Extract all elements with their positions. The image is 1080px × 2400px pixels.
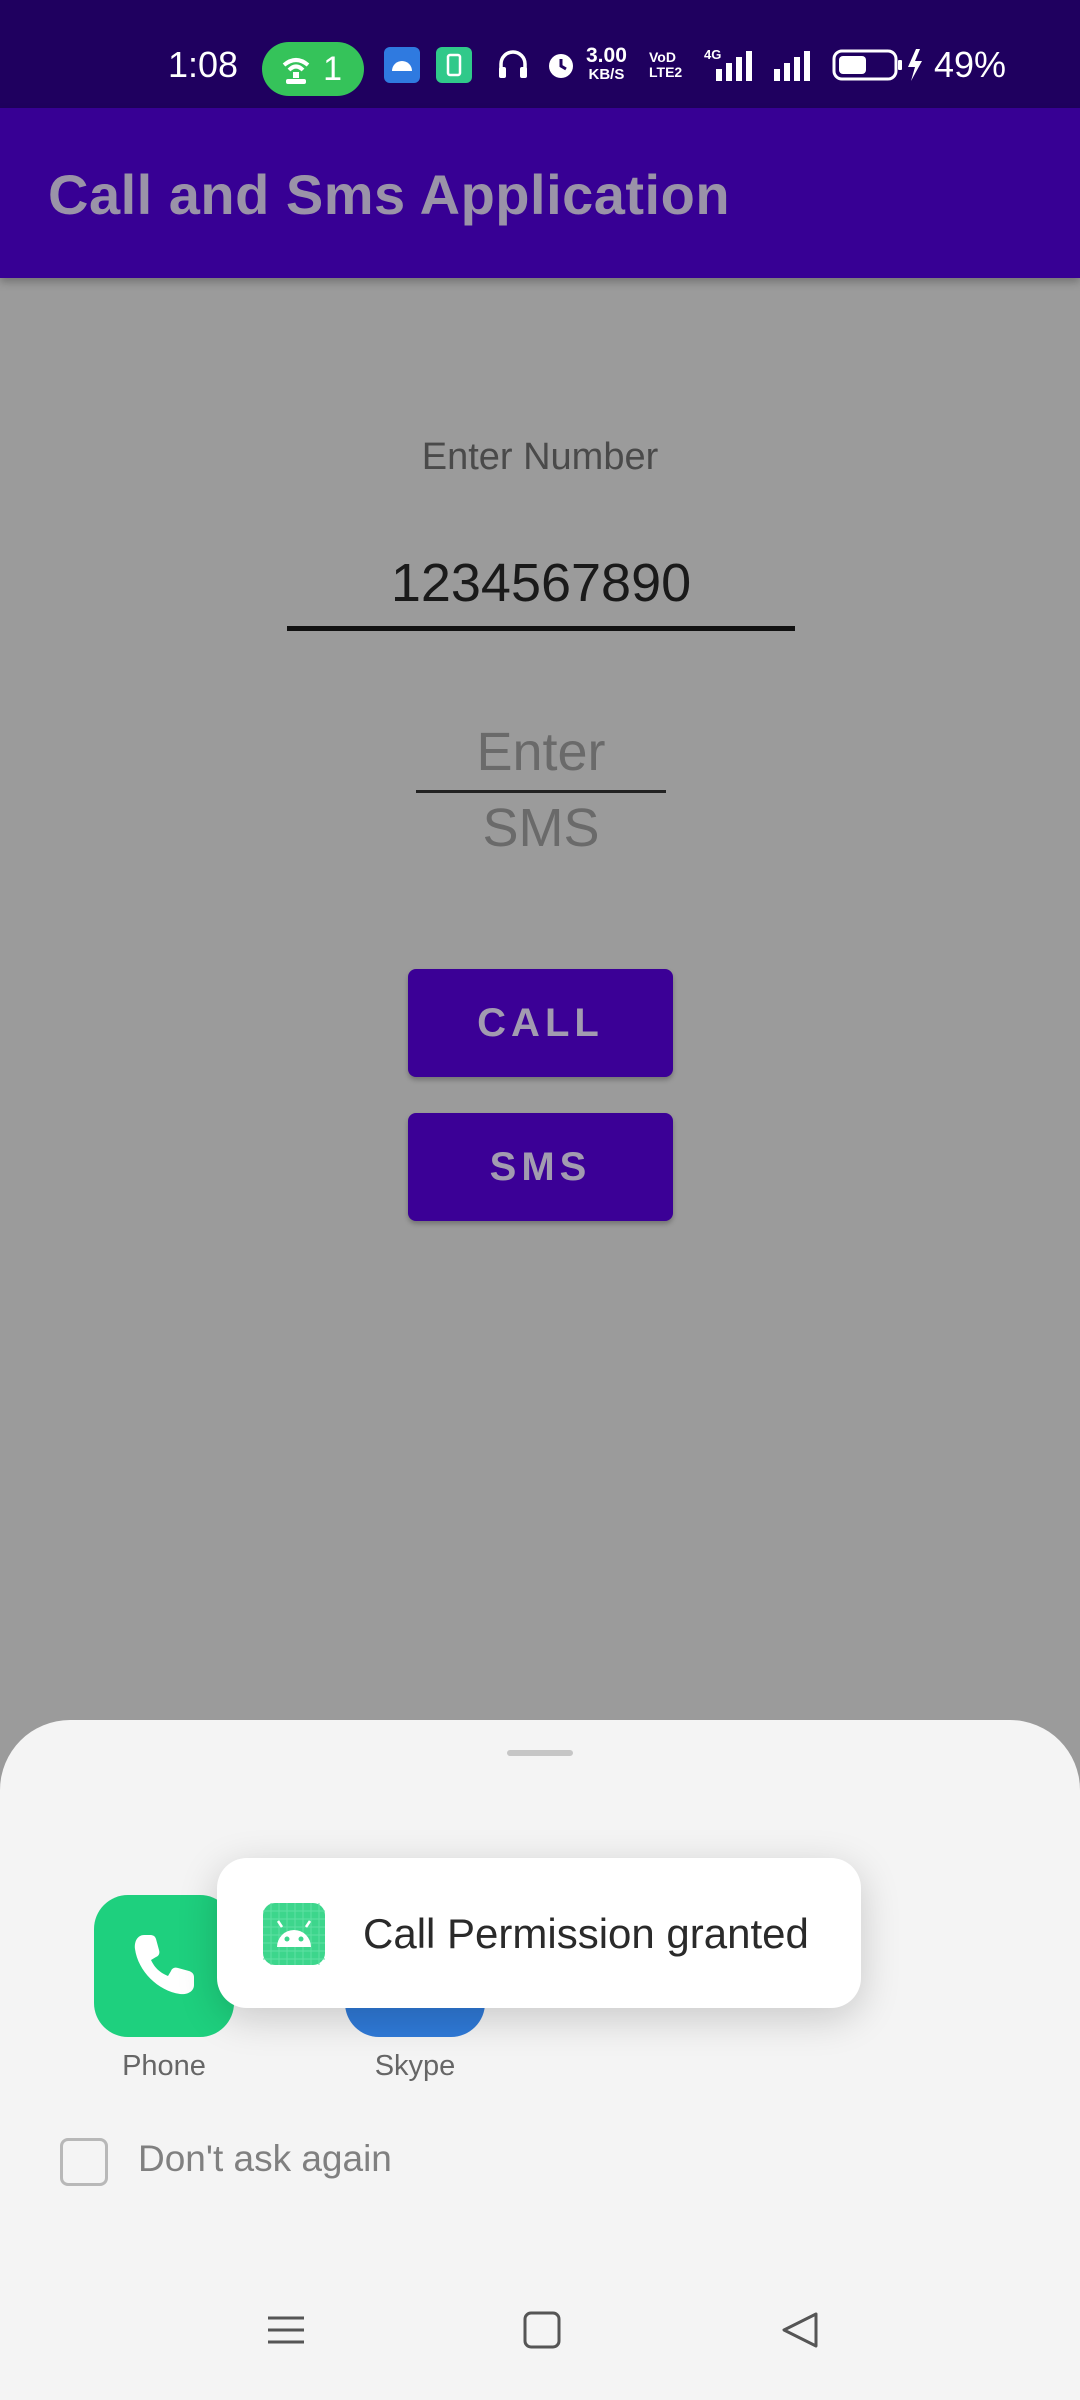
hotspot-count: 1 [323,50,342,88]
net-speed: 3.00 KB/S [586,44,627,84]
phone-icon [134,1935,194,1995]
hotspot-pill: 1 [262,42,364,96]
battery-icon [832,49,922,81]
phone-app-label: Phone [122,2050,206,2082]
dont-ask-again-label: Don't ask again [138,2138,392,2179]
sms-button[interactable]: SMS [408,1113,673,1221]
home-icon[interactable] [522,2310,562,2350]
number-label: Enter Number [421,436,659,478]
navigation-bar [0,2260,1080,2400]
phone-app-option[interactable] [94,1895,234,2037]
status-bar: 1:08 1 3.00 KB/S VoD LTE2 4G 49% [0,0,1080,108]
sheet-handle[interactable] [507,1750,573,1756]
net-speed-value: 3.00 [586,44,627,67]
back-icon[interactable] [780,2310,820,2350]
volte-top: VoD [649,49,676,65]
alarm-icon [549,54,573,78]
volte-indicator: VoD LTE2 [649,50,682,80]
app-bar: Call and Sms Application [0,108,1080,278]
sms-input[interactable]: Enter SMS [416,714,666,858]
svg-text:4G: 4G [704,47,721,62]
call-button[interactable]: CALL [408,969,673,1077]
signal-icon [774,51,810,81]
status-time: 1:08 [168,44,239,85]
sms-input-placeholder: Enter SMS [476,722,606,858]
hotspot-icon [282,58,310,84]
number-input-value: 1234567890 [390,553,692,613]
android-notification-icon [384,47,420,83]
battery-percent: 49% [934,44,1007,85]
android-icon [263,1903,325,1965]
signal-4g-icon: 4G [704,47,752,81]
battery-saver-notification-icon [436,47,472,83]
headphones-icon [499,50,527,78]
toast-message: Call Permission granted [363,1910,809,1957]
number-input[interactable]: 1234567890 [287,540,795,631]
toast: Call Permission granted [217,1858,861,2008]
app-title: Call and Sms Application [48,163,731,226]
net-speed-unit: KB/S [588,66,625,83]
volte-bottom: LTE2 [649,64,683,80]
skype-app-label: Skype [374,2050,456,2082]
menu-icon[interactable] [266,2310,306,2350]
dont-ask-again-checkbox[interactable] [60,2138,108,2186]
